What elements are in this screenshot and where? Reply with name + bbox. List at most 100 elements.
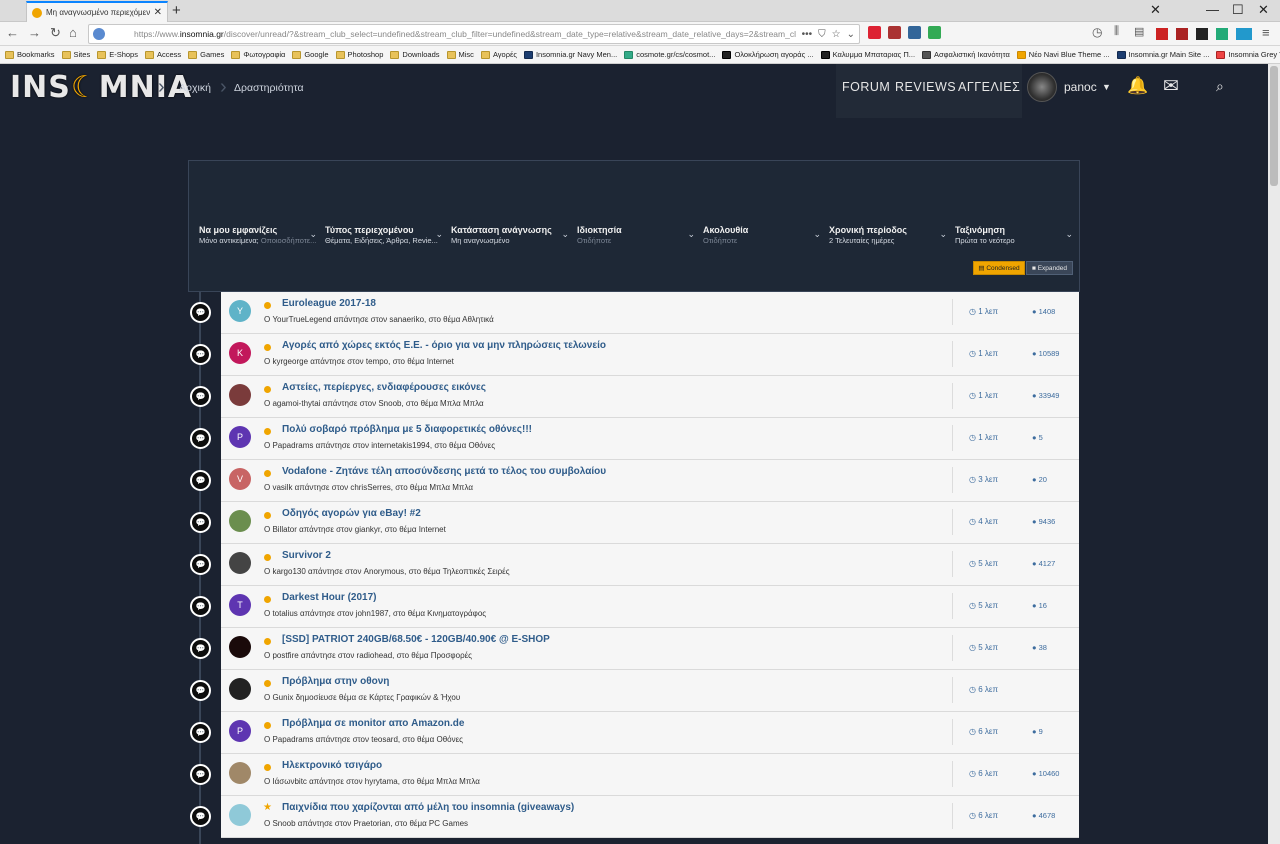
bookmark-item[interactable]: Καλυμμα Μπαταριας Π... bbox=[820, 50, 915, 59]
topic-title[interactable]: [SSD] PATRIOT 240GB/68.50€ - 120GB/40.90… bbox=[282, 634, 550, 645]
list-item[interactable]: Ηλεκτρονικό τσιγάρο Ο Ιάσωνbitc απάντησε … bbox=[221, 754, 1079, 796]
avatar[interactable]: P bbox=[229, 720, 251, 742]
breadcrumb-activity[interactable]: Δραστηριότητα bbox=[234, 82, 304, 94]
timestamp[interactable]: ◷ 5 λεπ bbox=[969, 643, 998, 652]
list-item[interactable]: Οδηγός αγορών για eBay! #2 Ο Billator απά… bbox=[221, 502, 1079, 544]
timestamp[interactable]: ◷ 1 λεπ bbox=[969, 349, 998, 358]
extension-icon[interactable] bbox=[1156, 28, 1168, 40]
filter-ownership[interactable]: Ιδιοκτησία Οτιδήποτε ⌄ bbox=[577, 225, 695, 245]
timestamp[interactable]: ◷ 5 λεπ bbox=[969, 601, 998, 610]
topic-title[interactable]: Ηλεκτρονικό τσιγάρο bbox=[282, 760, 382, 771]
breadcrumb-home[interactable]: Αρχική bbox=[179, 82, 211, 94]
timestamp[interactable]: ◷ 1 λεπ bbox=[969, 391, 998, 400]
bookmark-item[interactable]: Φωτογραφία bbox=[231, 50, 285, 59]
user-avatar[interactable] bbox=[1027, 72, 1057, 102]
list-item[interactable]: ★ Παιχνίδια που χαρίζονται από μέλη του i… bbox=[221, 796, 1079, 838]
timestamp[interactable]: ◷ 6 λεπ bbox=[969, 685, 998, 694]
topic-title[interactable]: Αγορές από χώρες εκτός Ε.Ε. - όριο για ν… bbox=[282, 340, 606, 351]
extension-icon[interactable] bbox=[1176, 28, 1188, 40]
chevron-down-icon[interactable]: ▼ bbox=[1102, 82, 1111, 92]
chevron-down-icon[interactable]: ⌄ bbox=[847, 29, 855, 40]
timestamp[interactable]: ◷ 5 λεπ bbox=[969, 559, 998, 568]
library-icon[interactable]: ⫼ bbox=[1114, 25, 1119, 38]
avatar[interactable]: K bbox=[229, 342, 251, 364]
avatar[interactable]: P bbox=[229, 426, 251, 448]
nav-classifieds[interactable]: ΑΓΓΕΛΙΕΣ bbox=[958, 80, 1020, 94]
bookmark-star-icon[interactable]: ☆ bbox=[832, 29, 841, 40]
extension-icon[interactable] bbox=[908, 26, 921, 39]
topic-title[interactable]: Παιχνίδια που χαρίζονται από μέλη του in… bbox=[282, 802, 574, 813]
timestamp[interactable]: ◷ 6 λεπ bbox=[969, 811, 998, 820]
reload-icon[interactable]: ↻ bbox=[50, 25, 61, 41]
bookmark-item[interactable]: Insomnia Grey Theme ... bbox=[1216, 50, 1280, 59]
extension-icon[interactable] bbox=[1236, 28, 1252, 40]
avatar[interactable] bbox=[229, 636, 251, 658]
list-item[interactable]: Αστείες, περίεργες, ενδιαφέρουσες εικόνε… bbox=[221, 376, 1079, 418]
bookmark-item[interactable]: Access bbox=[144, 50, 181, 59]
list-item[interactable]: V Vodafone - Ζητάνε τέλη αποσύνδεσης μετά… bbox=[221, 460, 1079, 502]
filter-content-type[interactable]: Τύπος περιεχομένου Θέματα, Ειδήσεις, Άρθρ… bbox=[325, 225, 443, 245]
bookmark-item[interactable]: Misc bbox=[446, 50, 474, 59]
filter-read-status[interactable]: Κατάσταση ανάγνωσης Μη αναγνωσμένο ⌄ bbox=[451, 225, 569, 245]
bookmark-item[interactable]: Αγορές bbox=[480, 50, 517, 59]
bookmark-item[interactable]: cosmote.gr/cs/cosmot... bbox=[624, 50, 715, 59]
topic-title[interactable]: Αστείες, περίεργες, ενδιαφέρουσες εικόνε… bbox=[282, 382, 486, 393]
history-icon[interactable]: ◷ bbox=[1092, 25, 1102, 39]
close-tab-icon[interactable]: ✕ bbox=[154, 7, 162, 18]
bookmark-item[interactable]: Ολοκλήρωση αγοράς ... bbox=[722, 50, 814, 59]
extension-icon[interactable] bbox=[888, 26, 901, 39]
new-tab-icon[interactable]: + bbox=[172, 2, 181, 19]
list-item[interactable]: Y Euroleague 2017-18 Ο YourTrueLegend απάν… bbox=[221, 292, 1079, 334]
topic-title[interactable]: Πρόβλημα στην οθονη bbox=[282, 676, 389, 687]
list-item[interactable]: T Darkest Hour (2017) Ο totalius απάντησε … bbox=[221, 586, 1079, 628]
bookmark-item[interactable]: Photoshop bbox=[335, 50, 383, 59]
avatar[interactable]: Y bbox=[229, 300, 251, 322]
timestamp[interactable]: ◷ 6 λεπ bbox=[969, 769, 998, 778]
bookmark-item[interactable]: Games bbox=[188, 50, 224, 59]
extension-icon[interactable] bbox=[928, 26, 941, 39]
site-logo[interactable]: INS☾MNIA bbox=[10, 70, 192, 105]
extension-icon[interactable] bbox=[1216, 28, 1228, 40]
avatar[interactable]: V bbox=[229, 468, 251, 490]
timestamp[interactable]: ◷ 1 λεπ bbox=[969, 307, 998, 316]
topic-title[interactable]: Οδηγός αγορών για eBay! #2 bbox=[282, 508, 421, 519]
timestamp[interactable]: ◷ 4 λεπ bbox=[969, 517, 998, 526]
chevron-down-icon[interactable]: ✕ bbox=[1150, 2, 1161, 18]
avatar[interactable] bbox=[229, 678, 251, 700]
timestamp[interactable]: ◷ 3 λεπ bbox=[969, 475, 998, 484]
filter-show[interactable]: Να μου εμφανίζεις Μόνο αντικείμενα; Οποιο… bbox=[199, 225, 317, 245]
username[interactable]: panoc bbox=[1064, 80, 1097, 94]
timestamp[interactable]: ◷ 6 λεπ bbox=[969, 727, 998, 736]
list-item[interactable]: P Πρόβλημα σε monitor απο Amazon.de Ο Papa… bbox=[221, 712, 1079, 754]
avatar[interactable] bbox=[229, 384, 251, 406]
sidebar-icon[interactable]: ▤ bbox=[1134, 25, 1144, 38]
scrollbar-thumb[interactable] bbox=[1270, 66, 1278, 186]
maximize-icon[interactable]: ☐ bbox=[1232, 2, 1244, 18]
list-item[interactable]: [SSD] PATRIOT 240GB/68.50€ - 120GB/40.90… bbox=[221, 628, 1079, 670]
list-item[interactable]: Survivor 2 Ο kargo130 απάντησε στον Anory… bbox=[221, 544, 1079, 586]
browser-tab[interactable]: Μη αναγνωσμένο περιεχόμενο - Insomnia ✕ bbox=[26, 1, 168, 22]
more-actions-icon[interactable]: ••• bbox=[802, 29, 813, 40]
bookmark-item[interactable]: E-Shops bbox=[97, 50, 138, 59]
avatar[interactable]: T bbox=[229, 594, 251, 616]
url-bar[interactable]: https://www.insomnia.gr/discover/unread/… bbox=[88, 24, 860, 44]
close-window-icon[interactable]: ✕ bbox=[1258, 2, 1269, 18]
forward-icon[interactable]: → bbox=[28, 25, 41, 40]
list-item[interactable]: K Αγορές από χώρες εκτός Ε.Ε. - όριο για … bbox=[221, 334, 1079, 376]
filter-sort[interactable]: Ταξινόμηση Πρώτα το νεότερο ⌄ bbox=[955, 225, 1073, 245]
search-icon[interactable]: ⌕ bbox=[1216, 78, 1224, 95]
timestamp[interactable]: ◷ 1 λεπ bbox=[969, 433, 998, 442]
topic-title[interactable]: Survivor 2 bbox=[282, 550, 331, 561]
filter-time-period[interactable]: Χρονική περίοδος 2 Τελευταίες ημέρες ⌄ bbox=[829, 225, 947, 245]
condensed-view-button[interactable]: ▤ Condensed bbox=[973, 261, 1025, 275]
minimize-icon[interactable]: — bbox=[1206, 2, 1219, 17]
topic-title[interactable]: Darkest Hour (2017) bbox=[282, 592, 376, 603]
avatar[interactable] bbox=[229, 552, 251, 574]
bookmark-item[interactable]: Insomnia.gr Main Site ... bbox=[1116, 50, 1209, 59]
avatar[interactable] bbox=[229, 762, 251, 784]
bookmark-item[interactable]: Bookmarks bbox=[5, 50, 55, 59]
menu-icon[interactable]: ≡ bbox=[1262, 25, 1270, 40]
topic-title[interactable]: Euroleague 2017-18 bbox=[282, 298, 376, 309]
back-icon[interactable]: ← bbox=[6, 25, 19, 40]
topic-title[interactable]: Vodafone - Ζητάνε τέλη αποσύνδεσης μετά … bbox=[282, 466, 606, 477]
